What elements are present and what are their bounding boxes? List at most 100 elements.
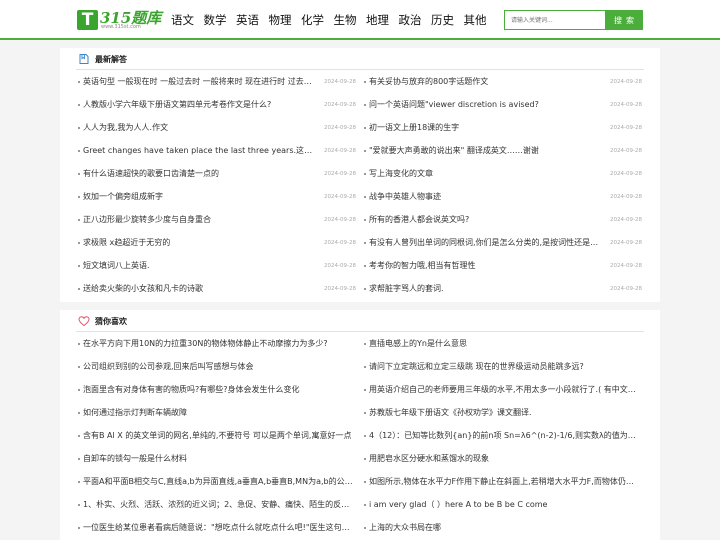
list-item[interactable]: 人人为我,我为人人.作文 2024-09-28 xyxy=(76,120,356,143)
list-item[interactable]: 一位医生给某位患者看病后随意说："想吃点什么就吃点什么吧!"医生这句话的含义 xyxy=(76,520,356,540)
list-item[interactable]: 正八边形最少旋转多少度与自身重合 2024-09-28 xyxy=(76,212,356,235)
list-item[interactable]: 在水平方向下用10N的力拉重30N的物体物体静止不动摩擦力为多少? xyxy=(76,336,356,359)
list-item-title[interactable]: 写上海变化的文章 xyxy=(369,166,601,182)
list-item[interactable]: 公司组织到别的公司参观,回来后叫写感想与体会 xyxy=(76,359,356,382)
list-item[interactable]: 有什么语速超快的歌要口齿清楚一点的 2024-09-28 xyxy=(76,166,356,189)
list-item[interactable]: 自卸车的锁勾一般是什么材料 xyxy=(76,451,356,474)
list-item[interactable]: 1、朴实、火烈、活跃、浓烈的近义词；2、急促、安静、痛快、陌生的反义词 xyxy=(76,497,356,520)
list-item-title[interactable]: 正八边形最少旋转多少度与自身重合 xyxy=(83,212,317,228)
list-item[interactable]: 用英语介绍自己的老师要用三年级的水平,不用太多一小段就行了.( 有中文翻译) xyxy=(362,382,642,405)
list-item-title[interactable]: 如何通过指示灯判断车辆故障 xyxy=(83,405,353,421)
guess-you-like-panel: 猜你喜欢 在水平方向下用10N的力拉重30N的物体物体静止不动摩擦力为多少? 公司… xyxy=(60,310,660,540)
list-item-title[interactable]: 4（12）：已知等比数列{an}的前n项 Sn=λ6^(n-2)-1/6,则实数… xyxy=(369,428,639,444)
nav-item[interactable]: 其他 xyxy=(464,12,497,28)
list-item-title[interactable]: 上海的大众书局在哪 xyxy=(369,520,639,536)
bullet-icon xyxy=(364,265,366,267)
list-item[interactable]: 人教版小学六年级下册语文第四单元考卷作文是什么? 2024-09-28 xyxy=(76,97,356,120)
list-item-title[interactable]: 苏教版七年级下册语文《孙权劝学》课文翻译. xyxy=(369,405,639,421)
list-item-title[interactable]: 求极限 x趋超近于无穷的 xyxy=(83,235,317,251)
list-item[interactable]: 求帮脏字骂人的套词. 2024-09-28 xyxy=(362,281,642,304)
list-item[interactable]: 平面A和平面B相交与C,直线a,b为异面直线,a垂直A,b垂直B,MN为a,b的… xyxy=(76,474,356,497)
list-item[interactable]: 泡面里含有对身体有害的物质吗?有哪些?身体会发生什么变化 xyxy=(76,382,356,405)
nav-item[interactable]: 语文 xyxy=(171,12,204,28)
list-item-title[interactable]: 奴加一个偏旁组成新字 xyxy=(83,189,317,205)
nav-item[interactable]: 地理 xyxy=(366,12,399,28)
list-item-title[interactable]: 泡面里含有对身体有害的物质吗?有哪些?身体会发生什么变化 xyxy=(83,382,353,398)
list-item[interactable]: 英语句型 一般现在时 一般过去时 一般将来时 现在进行时 过去进行时 2024-0… xyxy=(76,74,356,97)
search-input[interactable] xyxy=(504,10,606,30)
list-item-title[interactable]: 短文填词八上英语. xyxy=(83,258,317,274)
list-item-title[interactable]: 战争中英雄人物事迹 xyxy=(369,189,601,205)
list-item[interactable]: 送给卖火柴的小女孩和凡卡的诗歌 2024-09-28 xyxy=(76,281,356,304)
list-item-title[interactable]: 公司组织到别的公司参观,回来后叫写感想与体会 xyxy=(83,359,353,375)
list-item[interactable]: 短文填词八上英语. 2024-09-28 xyxy=(76,258,356,281)
list-item-title[interactable]: 送给卖火柴的小女孩和凡卡的诗歌 xyxy=(83,281,317,297)
list-item[interactable]: 奴加一个偏旁组成新字 2024-09-28 xyxy=(76,189,356,212)
bullet-icon xyxy=(78,504,80,506)
list-item[interactable]: 4（12）：已知等比数列{an}的前n项 Sn=λ6^(n-2)-1/6,则实数… xyxy=(362,428,642,451)
nav-item[interactable]: 数学 xyxy=(204,12,237,28)
list-item-title[interactable]: 含有B Al X 的英文单词的网名,单纯的,不要符号 可以是两个单词,寓意好一点 xyxy=(83,428,353,444)
list-item-title[interactable]: 有什么语速超快的歌要口齿清楚一点的 xyxy=(83,166,317,182)
list-item-title[interactable]: 所有的香港人都会说英文吗? xyxy=(369,212,601,228)
list-item[interactable]: 写上海变化的文章 2024-09-28 xyxy=(362,166,642,189)
list-item[interactable]: 直插电感上的Yn是什么意思 xyxy=(362,336,642,359)
list-item[interactable]: 有没有人曾列出单词的同根词,你们是怎么分类的,是按词性还是按照 2024-09-2… xyxy=(362,235,642,258)
list-item-date: 2024-09-28 xyxy=(610,125,642,131)
list-item[interactable]: 有关妥协与放弃的800字话题作文 2024-09-28 xyxy=(362,74,642,97)
list-item-title[interactable]: 有没有人曾列出单词的同根词,你们是怎么分类的,是按词性还是按照 xyxy=(369,235,601,251)
list-item[interactable]: 所有的香港人都会说英文吗? 2024-09-28 xyxy=(362,212,642,235)
bullet-icon xyxy=(364,366,366,368)
nav-item[interactable]: 政治 xyxy=(399,12,432,28)
list-item[interactable]: 问一个英语问题"viewer discretion is avised? 2024… xyxy=(362,97,642,120)
list-item[interactable]: 含有B Al X 的英文单词的网名,单纯的,不要符号 可以是两个单词,寓意好一点 xyxy=(76,428,356,451)
list-item-title[interactable]: 人人为我,我为人人.作文 xyxy=(83,120,317,136)
list-item-title[interactable]: 请问下立定跳远和立定三级跳 现在的世界级运动员能跳多远? xyxy=(369,359,639,375)
list-item[interactable]: Greet changes have taken place the last … xyxy=(76,143,356,166)
list-item-title[interactable]: 有关妥协与放弃的800字话题作文 xyxy=(369,74,601,90)
list-item[interactable]: 求极限 x趋超近于无穷的 2024-09-28 xyxy=(76,235,356,258)
list-item[interactable]: 上海的大众书局在哪 xyxy=(362,520,642,540)
nav-item[interactable]: 化学 xyxy=(301,12,334,28)
nav-item[interactable]: 历史 xyxy=(431,12,464,28)
list-item[interactable]: 请问下立定跳远和立定三级跳 现在的世界级运动员能跳多远? xyxy=(362,359,642,382)
site-logo[interactable]: T 315题库 www.315st.com xyxy=(77,8,161,32)
list-item-title[interactable]: 一位医生给某位患者看病后随意说："想吃点什么就吃点什么吧!"医生这句话的含义 xyxy=(83,520,353,536)
list-item-title[interactable]: 平面A和平面B相交与C,直线a,b为异面直线,a垂直A,b垂直B,MN为a,b的… xyxy=(83,474,353,490)
list-item-title[interactable]: 问一个英语问题"viewer discretion is avised? xyxy=(369,97,601,113)
list-item-title[interactable]: 在水平方向下用10N的力拉重30N的物体物体静止不动摩擦力为多少? xyxy=(83,336,353,352)
list-item-title[interactable]: 1、朴实、火烈、活跃、浓烈的近义词；2、急促、安静、痛快、陌生的反义词 xyxy=(83,497,353,513)
list-item[interactable]: 初一语文上册18课的生字 2024-09-28 xyxy=(362,120,642,143)
latest-list-right: 有关妥协与放弃的800字话题作文 2024-09-28 问一个英语问题"viewer… xyxy=(362,74,642,304)
nav-item[interactable]: 物理 xyxy=(269,12,302,28)
top-header: T 315题库 www.315st.com 语文 数学 英语 物理 化学 生物 地理 政治 历史… xyxy=(0,0,720,40)
list-item-title[interactable]: 用英语介绍自己的老师要用三年级的水平,不用太多一小段就行了.( 有中文翻译) xyxy=(369,382,639,398)
list-item[interactable]: i am very glad（ ）here A to be B be C com… xyxy=(362,497,642,520)
list-item-title[interactable]: 初一语文上册18课的生字 xyxy=(369,120,601,136)
search-button[interactable]: 搜索 xyxy=(605,10,643,30)
bullet-icon xyxy=(364,481,366,483)
bullet-icon xyxy=(364,219,366,221)
list-item-title[interactable]: i am very glad（ ）here A to be B be C com… xyxy=(369,497,639,513)
list-item-title[interactable]: 考考你的智力哦,相当有哲理性 xyxy=(369,258,601,274)
bullet-icon xyxy=(364,343,366,345)
heart-icon xyxy=(78,316,90,327)
list-item-title[interactable]: 直插电感上的Yn是什么意思 xyxy=(369,336,639,352)
list-item[interactable]: 战争中英雄人物事迹 2024-09-28 xyxy=(362,189,642,212)
list-item[interactable]: 考考你的智力哦,相当有哲理性 2024-09-28 xyxy=(362,258,642,281)
list-item-title[interactable]: Greet changes have taken place the last … xyxy=(83,143,317,159)
list-item-title[interactable]: 如图所示,物体在水平力F作用下静止在斜面上,若稍增大水平力F,而物体仍能保持静止 xyxy=(369,474,639,490)
list-item-title[interactable]: 英语句型 一般现在时 一般过去时 一般将来时 现在进行时 过去进行时 xyxy=(83,74,317,90)
list-item-title[interactable]: 自卸车的锁勾一般是什么材料 xyxy=(83,451,353,467)
list-item[interactable]: "爱就要大声勇敢的说出来" 翻译成英文……谢谢 2024-09-28 xyxy=(362,143,642,166)
list-item[interactable]: 用肥皂水区分硬水和蒸馏水的现象 xyxy=(362,451,642,474)
nav-item[interactable]: 英语 xyxy=(236,12,269,28)
list-item-title[interactable]: 求帮脏字骂人的套词. xyxy=(369,281,601,297)
list-item-title[interactable]: 人教版小学六年级下册语文第四单元考卷作文是什么? xyxy=(83,97,317,113)
list-item[interactable]: 如图所示,物体在水平力F作用下静止在斜面上,若稍增大水平力F,而物体仍能保持静止 xyxy=(362,474,642,497)
list-item-title[interactable]: "爱就要大声勇敢的说出来" 翻译成英文……谢谢 xyxy=(369,143,601,159)
list-item[interactable]: 苏教版七年级下册语文《孙权劝学》课文翻译. xyxy=(362,405,642,428)
list-item-title[interactable]: 用肥皂水区分硬水和蒸馏水的现象 xyxy=(369,451,639,467)
list-item[interactable]: 如何通过指示灯判断车辆故障 xyxy=(76,405,356,428)
nav-item[interactable]: 生物 xyxy=(334,12,367,28)
